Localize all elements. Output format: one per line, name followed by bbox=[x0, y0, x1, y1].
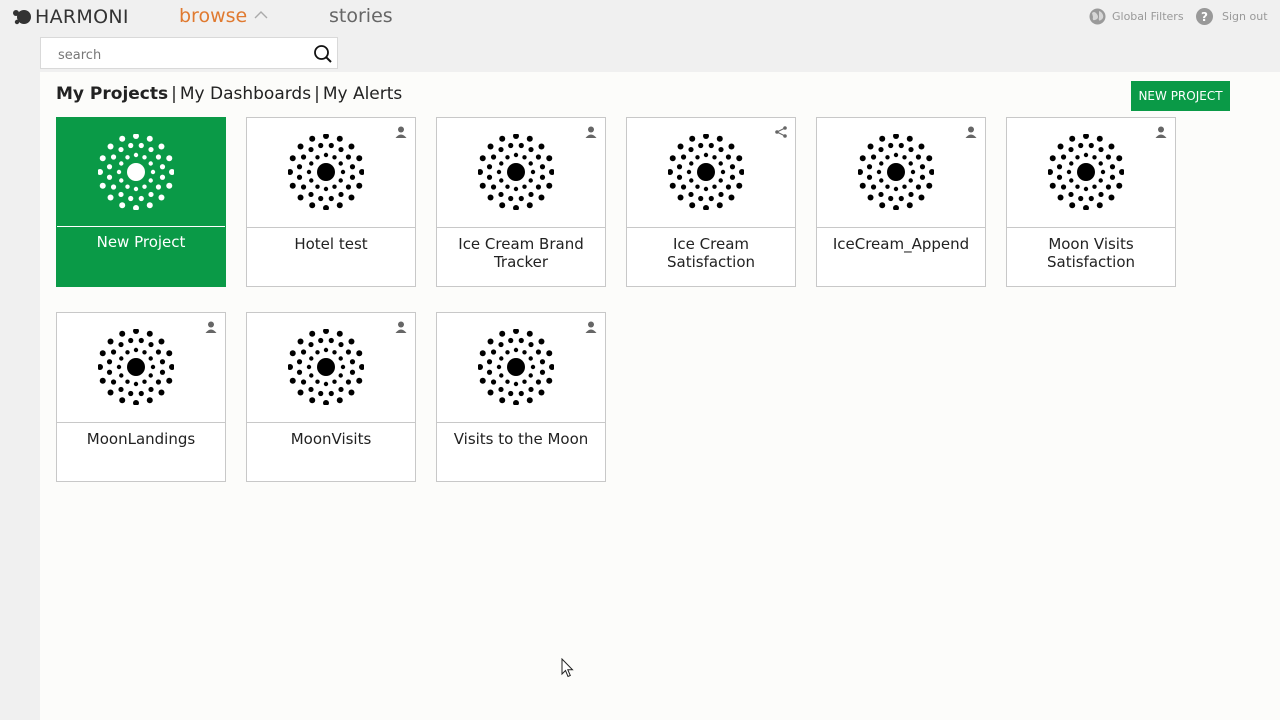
nav-browse[interactable]: browse bbox=[179, 5, 247, 27]
project-tile[interactable]: IceCream_Append bbox=[816, 117, 986, 287]
user-icon bbox=[585, 321, 597, 333]
project-burst-icon bbox=[668, 134, 744, 210]
tile-icon-area bbox=[627, 118, 795, 228]
user-icon bbox=[965, 126, 977, 138]
tile-label: MoonVisits bbox=[290, 430, 372, 448]
globe-icon bbox=[1089, 8, 1106, 25]
tab-my-projects[interactable]: My Projects bbox=[56, 84, 168, 104]
tile-label: New Project bbox=[96, 233, 186, 251]
search-input[interactable] bbox=[56, 45, 300, 65]
project-burst-icon bbox=[1048, 134, 1124, 210]
tile-label: Ice Cream Brand Tracker bbox=[458, 235, 584, 271]
user-icon bbox=[205, 321, 217, 333]
main-content: My Projects | My Dashboards | My Alerts NEW … bbox=[40, 72, 1280, 720]
harmoni-logo-icon bbox=[13, 10, 31, 25]
tab-my-alerts[interactable]: My Alerts bbox=[323, 84, 402, 104]
help-icon[interactable]: ? bbox=[1196, 8, 1213, 25]
project-burst-icon bbox=[98, 134, 174, 210]
project-tile[interactable]: Moon Visits Satisfaction bbox=[1006, 117, 1176, 287]
project-tile[interactable]: Ice Cream Satisfaction bbox=[626, 117, 796, 287]
tab-separator: | bbox=[171, 84, 177, 104]
project-burst-icon bbox=[478, 134, 554, 210]
tile-icon-area bbox=[1007, 118, 1175, 228]
sign-out-button[interactable]: ? Sign out bbox=[1196, 8, 1268, 25]
tile-icon-area bbox=[57, 118, 225, 227]
app-name: HARMONI bbox=[35, 6, 129, 28]
tile-label: Visits to the Moon bbox=[453, 430, 589, 448]
user-icon bbox=[585, 126, 597, 138]
global-filters-button[interactable]: Global Filters bbox=[1089, 8, 1184, 25]
user-icon bbox=[395, 126, 407, 138]
project-tile[interactable]: MoonLandings bbox=[56, 312, 226, 482]
tile-label: MoonLandings bbox=[86, 430, 196, 448]
harmoni-logo[interactable]: HARMONI bbox=[12, 6, 129, 28]
sign-out-label: Sign out bbox=[1222, 10, 1268, 23]
project-tile[interactable]: Ice Cream Brand Tracker bbox=[436, 117, 606, 287]
left-gutter bbox=[0, 72, 40, 720]
tile-icon-area bbox=[247, 118, 415, 228]
user-icon bbox=[1155, 126, 1167, 138]
project-burst-icon bbox=[288, 329, 364, 405]
tile-label: Ice Cream Satisfaction bbox=[666, 235, 756, 271]
tile-icon-area bbox=[247, 313, 415, 423]
tile-icon-area bbox=[437, 118, 605, 228]
tile-icon-area bbox=[437, 313, 605, 423]
user-icon bbox=[395, 321, 407, 333]
search-icon[interactable] bbox=[313, 44, 333, 64]
chevron-up-icon[interactable] bbox=[254, 10, 268, 20]
mouse-cursor-icon bbox=[561, 658, 574, 678]
tile-label: Moon Visits Satisfaction bbox=[1046, 235, 1136, 271]
new-project-tile[interactable]: New Project bbox=[56, 117, 226, 287]
project-tile[interactable]: Hotel test bbox=[246, 117, 416, 287]
nav-stories[interactable]: stories bbox=[329, 5, 393, 27]
project-tabs: My Projects | My Dashboards | My Alerts bbox=[56, 84, 402, 104]
tile-label: IceCream_Append bbox=[832, 235, 970, 253]
tile-icon-area bbox=[817, 118, 985, 228]
tab-separator: | bbox=[314, 84, 320, 104]
tab-my-dashboards[interactable]: My Dashboards bbox=[180, 84, 311, 104]
tile-icon-area bbox=[57, 313, 225, 423]
tile-label: Hotel test bbox=[294, 235, 368, 253]
project-burst-icon bbox=[858, 134, 934, 210]
new-project-button[interactable]: NEW PROJECT bbox=[1131, 81, 1230, 111]
project-tile[interactable]: Visits to the Moon bbox=[436, 312, 606, 482]
top-bar: HARMONI browse stories Global Filters ? … bbox=[0, 0, 1280, 72]
project-burst-icon bbox=[478, 329, 554, 405]
search-box bbox=[40, 37, 338, 69]
project-tile[interactable]: MoonVisits bbox=[246, 312, 416, 482]
project-burst-icon bbox=[288, 134, 364, 210]
global-filters-label: Global Filters bbox=[1112, 10, 1184, 23]
project-burst-icon bbox=[98, 329, 174, 405]
share-icon bbox=[775, 126, 787, 138]
